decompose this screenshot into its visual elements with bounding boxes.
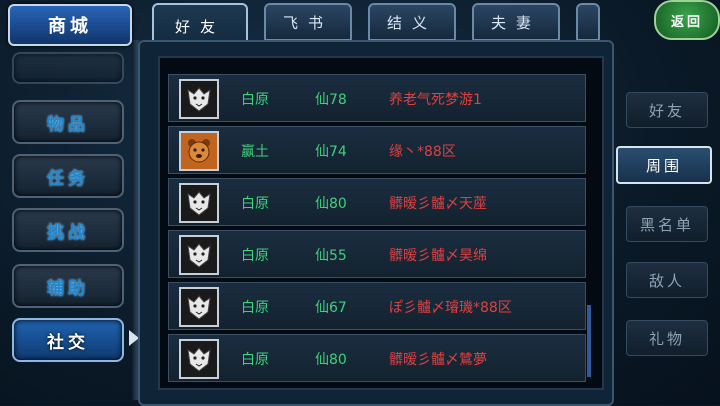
tab-spouse[interactable]: 夫妻 [472, 3, 560, 41]
friend-name: 养老气死梦游1 [389, 92, 482, 108]
right-menu-blacklist-button[interactable]: 黑名单 [626, 206, 708, 242]
friend-name: 髒暧彡髗〆鷥夢 [389, 352, 487, 368]
right-menu-gifts-button[interactable]: 礼物 [626, 320, 708, 356]
left-menu-challenge-button[interactable]: 挑战 [12, 208, 124, 252]
shop-button[interactable]: 商城 [8, 4, 132, 46]
friend-row[interactable]: 白原 仙78 养老气死梦游1 [168, 74, 586, 122]
friend-level: 仙55 [315, 248, 347, 264]
friend-name: 髒暧彡髗〆昊绵 [389, 248, 487, 264]
white-tiger-icon [179, 287, 219, 327]
friend-name: ぽ彡髗〆璿璣*88区 [389, 300, 512, 316]
left-menu-tasks-button[interactable]: 任务 [12, 154, 124, 198]
friend-level: 仙80 [315, 352, 347, 368]
white-tiger-icon [179, 79, 219, 119]
right-menu-nearby-button[interactable]: 周围 [616, 146, 712, 184]
friend-row[interactable]: 赢土 仙74 缘丶*88区 [168, 126, 586, 174]
left-menu-partial-item [12, 52, 124, 84]
friend-race: 白原 [241, 248, 269, 264]
friend-race: 白原 [241, 92, 269, 108]
orange-bear-icon [179, 131, 219, 171]
left-menu-assist-button[interactable]: 辅助 [12, 264, 124, 308]
back-button[interactable]: 返回 [654, 0, 720, 40]
friend-row[interactable]: 白原 仙80 髒暧彡髗〆鷥夢 [168, 334, 586, 382]
left-menu-social-button[interactable]: 社交 [12, 318, 124, 362]
friend-row[interactable]: 白原 仙80 髒暧彡髗〆天蓙 [168, 178, 586, 226]
tab-partial[interactable] [576, 3, 600, 41]
tab-sworn[interactable]: 结义 [368, 3, 456, 41]
list-scrollbar[interactable] [587, 305, 591, 377]
tab-flying-letter[interactable]: 飞书 [264, 3, 352, 41]
friend-name: 缘丶*88区 [389, 144, 456, 160]
friend-row[interactable]: 白原 仙67 ぽ彡髗〆璿璣*88区 [168, 282, 586, 330]
right-menu-enemies-button[interactable]: 敌人 [626, 262, 708, 298]
right-menu-friends-button[interactable]: 好友 [626, 92, 708, 128]
friend-name: 髒暧彡髗〆天蓙 [389, 196, 487, 212]
left-menu-items-button[interactable]: 物品 [12, 100, 124, 144]
friend-race: 赢土 [241, 144, 269, 160]
friend-race: 白原 [241, 300, 269, 316]
friend-race: 白原 [241, 352, 269, 368]
white-tiger-icon [179, 183, 219, 223]
friend-level: 仙78 [315, 92, 347, 108]
white-tiger-icon [179, 235, 219, 275]
friend-race: 白原 [241, 196, 269, 212]
friend-level: 仙80 [315, 196, 347, 212]
friend-level: 仙74 [315, 144, 347, 160]
friend-level: 仙67 [315, 300, 347, 316]
friend-row[interactable]: 白原 仙55 髒暧彡髗〆昊绵 [168, 230, 586, 278]
white-tiger-icon [179, 339, 219, 379]
